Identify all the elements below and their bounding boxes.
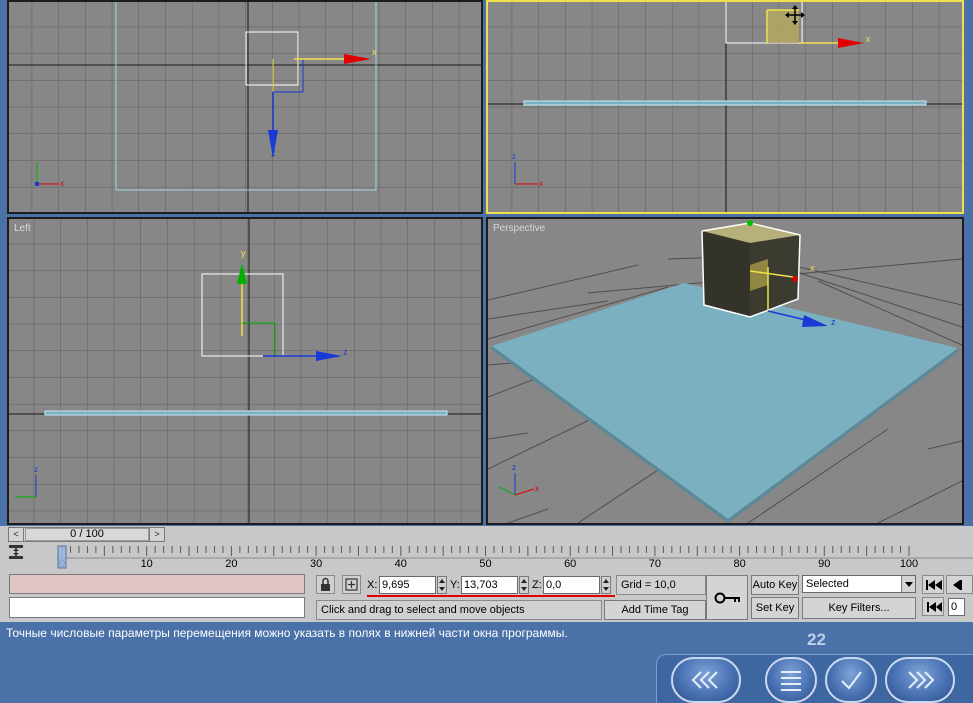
axis-x-label: x xyxy=(866,34,871,44)
previous-frame-icon xyxy=(953,580,962,590)
x-coord-spinner[interactable] xyxy=(437,576,447,594)
trackbar-tick-label: 80 xyxy=(733,558,745,570)
key-filter-selected: Selected xyxy=(806,578,849,590)
double-chevron-left-icon xyxy=(691,671,718,689)
key-filter-select[interactable]: Selected xyxy=(802,575,916,593)
axis-x-label: x xyxy=(810,263,815,273)
viewport-perspective[interactable]: x z z x Perspective xyxy=(486,217,964,525)
time-slider[interactable]: < 0 / 100 > xyxy=(8,527,165,542)
maxscript-listener-input[interactable] xyxy=(9,597,305,618)
add-time-tag-button[interactable]: Add Time Tag xyxy=(604,600,706,620)
prompt-line: Click and drag to select and move object… xyxy=(316,600,602,620)
auto-key-button[interactable]: Auto Key xyxy=(751,575,799,595)
viewport-top-canvas: x z x xyxy=(9,2,481,212)
trackbar-tick-label: 10 xyxy=(141,558,153,570)
axis-z-label: z xyxy=(343,347,348,357)
svg-text:z: z xyxy=(512,463,516,472)
trackbar-tick-label: 50 xyxy=(479,558,491,570)
trackbar-tick-label: 40 xyxy=(395,558,407,570)
set-key-button[interactable]: Set Key xyxy=(751,597,799,619)
viewport-left-canvas: y z z xyxy=(9,219,481,523)
trackbar-tick-label: 100 xyxy=(900,558,918,570)
page-number: 22 xyxy=(807,630,826,649)
viewport-front[interactable]: x z x xyxy=(486,0,964,214)
viewport-left-label[interactable]: Left xyxy=(14,223,31,234)
maxscript-listener-output[interactable] xyxy=(9,574,305,594)
back-button[interactable] xyxy=(671,657,741,703)
current-frame-field[interactable]: 0 xyxy=(948,598,965,616)
absolute-mode-transform-toggle[interactable] xyxy=(342,575,361,594)
viewport-top[interactable]: x z x xyxy=(7,0,483,214)
svg-text:x: x xyxy=(60,179,64,188)
z-coord-field[interactable]: 0,0 xyxy=(543,576,600,594)
axis-z-label: z xyxy=(271,148,276,158)
viewport-perspective-label[interactable]: Perspective xyxy=(493,223,545,234)
time-slider-prev-button[interactable]: < xyxy=(9,528,24,541)
goto-start-button[interactable] xyxy=(922,575,944,594)
key-mode-icon xyxy=(927,602,942,612)
y-coord-label: Y: xyxy=(450,579,460,591)
transform-type-in-icon xyxy=(345,578,358,591)
bottom-panel: < 0 / 100 > 0 10 20 30 40 50 60 70 80 90 100 xyxy=(0,526,973,622)
red-underline xyxy=(367,595,615,597)
trackbar-tick-label: 20 xyxy=(225,558,237,570)
svg-text:x: x xyxy=(539,179,543,188)
previous-frame-button[interactable] xyxy=(946,575,973,594)
checkmark-icon xyxy=(841,671,862,690)
trackbar[interactable]: 0102030405060708090100 xyxy=(8,544,973,570)
z-coord-label: Z: xyxy=(532,579,542,591)
key-icon xyxy=(714,592,740,604)
grid-size-readout: Grid = 10,0 xyxy=(616,575,706,595)
viewport-front-canvas: x z x xyxy=(488,2,962,212)
curve-editor-icon[interactable] xyxy=(8,544,24,560)
chevron-down-icon[interactable] xyxy=(901,576,915,592)
trackbar-tick-label: 60 xyxy=(564,558,576,570)
axis-y-label: y xyxy=(241,248,246,258)
trackbar-ruler: 0102030405060708090100 xyxy=(57,545,973,570)
time-slider-next-button[interactable]: > xyxy=(149,528,164,541)
current-frame-marker[interactable] xyxy=(57,545,67,569)
app-window: x z x x z x y z z Left x z z x Perspecti… xyxy=(0,0,973,703)
axis-z-label: z xyxy=(512,152,516,161)
tutorial-navigation xyxy=(656,654,973,703)
tutorial-footer: Точные числовые параметры перемещения мо… xyxy=(0,622,973,703)
viewport-left[interactable]: y z z Left xyxy=(7,217,483,525)
y-coord-spinner[interactable] xyxy=(519,576,529,594)
x-coord-field[interactable]: 9,695 xyxy=(379,576,436,594)
viewport-perspective-canvas: x z z x xyxy=(488,219,962,523)
set-key-mode-button[interactable] xyxy=(706,575,748,620)
axis-z-label: z xyxy=(831,317,836,327)
svg-text:x: x xyxy=(535,484,539,493)
trackbar-tick-label: 30 xyxy=(310,558,322,570)
selection-lock-toggle[interactable] xyxy=(316,575,335,594)
menu-list-icon xyxy=(781,671,801,691)
trackbar-tick-label: 90 xyxy=(818,558,830,570)
tutorial-caption: Точные числовые параметры перемещения мо… xyxy=(6,626,568,640)
z-coord-spinner[interactable] xyxy=(601,576,611,594)
svg-text:z: z xyxy=(34,465,38,474)
contents-button[interactable] xyxy=(765,657,817,703)
goto-start-icon xyxy=(926,580,942,590)
double-chevron-right-icon xyxy=(908,671,935,689)
y-coord-field[interactable]: 13,703 xyxy=(461,576,518,594)
key-mode-toggle[interactable] xyxy=(922,597,944,616)
key-filters-button[interactable]: Key Filters... xyxy=(802,597,916,619)
time-slider-thumb[interactable]: 0 / 100 xyxy=(25,528,149,541)
forward-button[interactable] xyxy=(885,657,955,703)
check-button[interactable] xyxy=(825,657,877,703)
trackbar-tick-label: 70 xyxy=(649,558,661,570)
lock-icon xyxy=(321,577,330,591)
axis-x-label: x xyxy=(372,47,377,57)
x-coord-label: X: xyxy=(367,579,378,591)
